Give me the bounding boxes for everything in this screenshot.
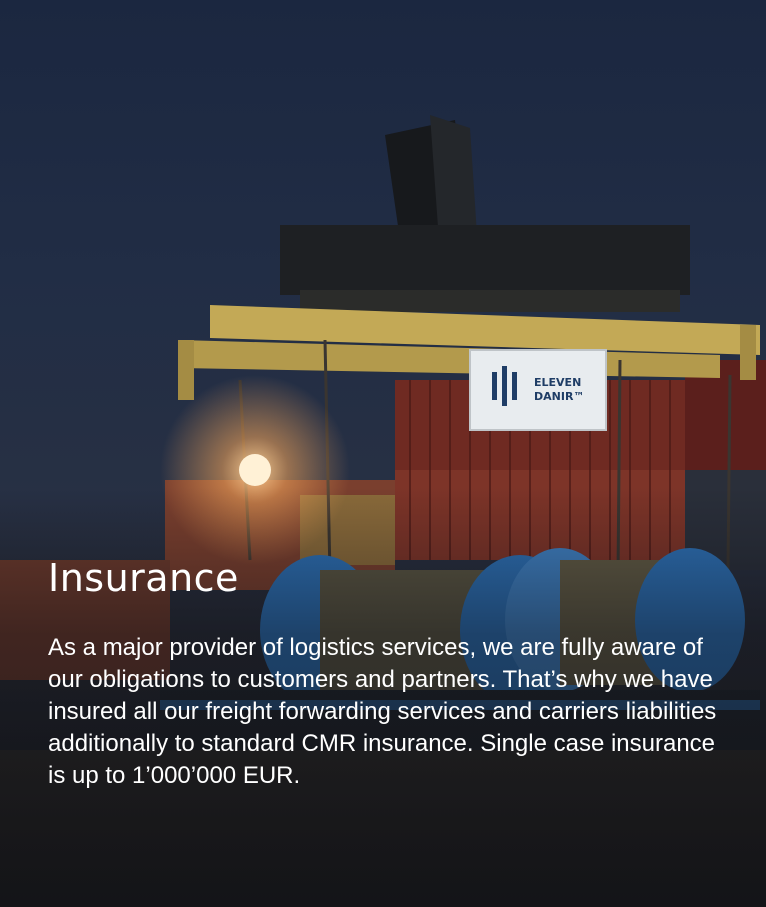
insurance-card: ELEVEN DANIR™ Insurance As a major provi…: [0, 0, 766, 907]
sign-text-2: DANIR™: [534, 390, 584, 403]
crane-arm: [280, 115, 690, 312]
card-description: As a major provider of logistics service…: [48, 634, 717, 789]
sign-text-1: ELEVEN: [534, 376, 581, 389]
company-sign: ELEVEN DANIR™: [469, 349, 607, 431]
lamp: [239, 454, 271, 486]
card-title: Insurance: [48, 556, 239, 600]
